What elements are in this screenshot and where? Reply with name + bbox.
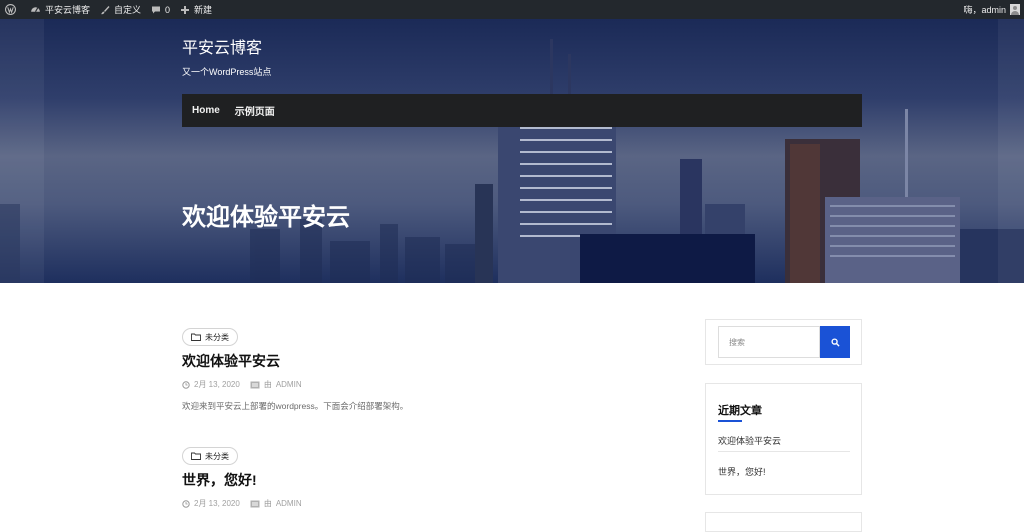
by-label: 由 bbox=[263, 380, 272, 389]
post-title[interactable]: 欢迎体验平安云 bbox=[182, 352, 622, 370]
category-label: 未分类 bbox=[205, 451, 229, 461]
customize-link[interactable]: 自定义 bbox=[95, 0, 146, 19]
city-skyline-image bbox=[0, 39, 1024, 283]
next-widget bbox=[705, 512, 862, 532]
customize-label: 自定义 bbox=[114, 5, 142, 15]
plus-icon bbox=[181, 5, 190, 14]
new-content-menu[interactable]: 新建 bbox=[175, 0, 217, 19]
site-title[interactable]: 平安云博客 bbox=[182, 34, 262, 58]
avatar bbox=[1010, 4, 1020, 15]
widget-title: 近期文章 bbox=[718, 405, 762, 417]
post-author[interactable]: ADMIN bbox=[276, 499, 302, 508]
comment-icon bbox=[152, 6, 161, 13]
clock-icon bbox=[182, 380, 190, 389]
main-navigation: Home 示例页面 bbox=[182, 94, 862, 127]
site-tagline: 又一个WordPress站点 bbox=[182, 67, 272, 77]
recent-post-link[interactable]: 欢迎体验平安云 bbox=[718, 434, 781, 447]
post-excerpt: 欢迎来到平安云上部署的wordpress。下面会介绍部署架构。 bbox=[182, 401, 409, 411]
hero-title: 欢迎体验平安云 bbox=[182, 204, 350, 231]
recent-posts-widget: 近期文章 欢迎体验平安云 世界，您好! bbox=[705, 383, 862, 495]
dashboard-icon bbox=[31, 7, 40, 12]
post-title[interactable]: 世界，您好! bbox=[182, 471, 622, 489]
wordpress-icon bbox=[5, 4, 16, 15]
greeting-text: 嗨，admin bbox=[963, 5, 1006, 15]
recent-post-link[interactable]: 世界，您好! bbox=[718, 465, 766, 478]
post-card: 未分类 世界，您好! 2月 13, 2020 由 ADMIN bbox=[182, 447, 622, 509]
comments-link[interactable]: 0 bbox=[146, 0, 175, 19]
folder-icon bbox=[191, 333, 201, 341]
site-name-menu[interactable]: 平安云博客 bbox=[25, 0, 95, 19]
title-underline bbox=[718, 420, 742, 422]
search-input[interactable]: 搜索 bbox=[718, 326, 820, 358]
nav-home[interactable]: Home bbox=[192, 105, 220, 116]
post-author[interactable]: ADMIN bbox=[276, 380, 302, 389]
by-label: 由 bbox=[263, 499, 272, 508]
author-card-icon bbox=[250, 381, 260, 388]
post-meta: 2月 13, 2020 由 ADMIN bbox=[182, 379, 622, 390]
brush-icon bbox=[101, 5, 110, 14]
divider bbox=[718, 451, 850, 452]
author-card-icon bbox=[250, 500, 260, 507]
hero-side-band-left bbox=[0, 19, 44, 283]
comments-count: 0 bbox=[165, 4, 171, 15]
hero-side-band-right bbox=[998, 19, 1024, 283]
clock-icon bbox=[182, 499, 190, 508]
nav-sample-page[interactable]: 示例页面 bbox=[235, 103, 275, 118]
search-button[interactable] bbox=[820, 326, 850, 358]
post-card: 未分类 欢迎体验平安云 2月 13, 2020 由 ADMIN 欢迎来到平安云上… bbox=[182, 328, 622, 412]
search-icon bbox=[830, 337, 840, 347]
site-name-label: 平安云博客 bbox=[45, 5, 91, 15]
admin-bar: 平安云博客 自定义 0 新建 嗨，admin bbox=[0, 0, 1024, 19]
category-label: 未分类 bbox=[205, 332, 229, 342]
category-badge[interactable]: 未分类 bbox=[182, 447, 238, 465]
my-account-menu[interactable]: 嗨，admin bbox=[963, 0, 1024, 19]
post-date[interactable]: 2月 13, 2020 bbox=[194, 498, 240, 509]
search-widget: 搜索 bbox=[705, 319, 862, 365]
folder-icon bbox=[191, 452, 201, 460]
hero-header: 平安云博客 又一个WordPress站点 Home 示例页面 欢迎体验平安云 bbox=[0, 19, 1024, 283]
post-date[interactable]: 2月 13, 2020 bbox=[194, 379, 240, 390]
category-badge[interactable]: 未分类 bbox=[182, 328, 238, 346]
new-label: 新建 bbox=[194, 5, 213, 15]
wp-logo-menu[interactable] bbox=[0, 0, 25, 19]
post-meta: 2月 13, 2020 由 ADMIN bbox=[182, 498, 622, 509]
